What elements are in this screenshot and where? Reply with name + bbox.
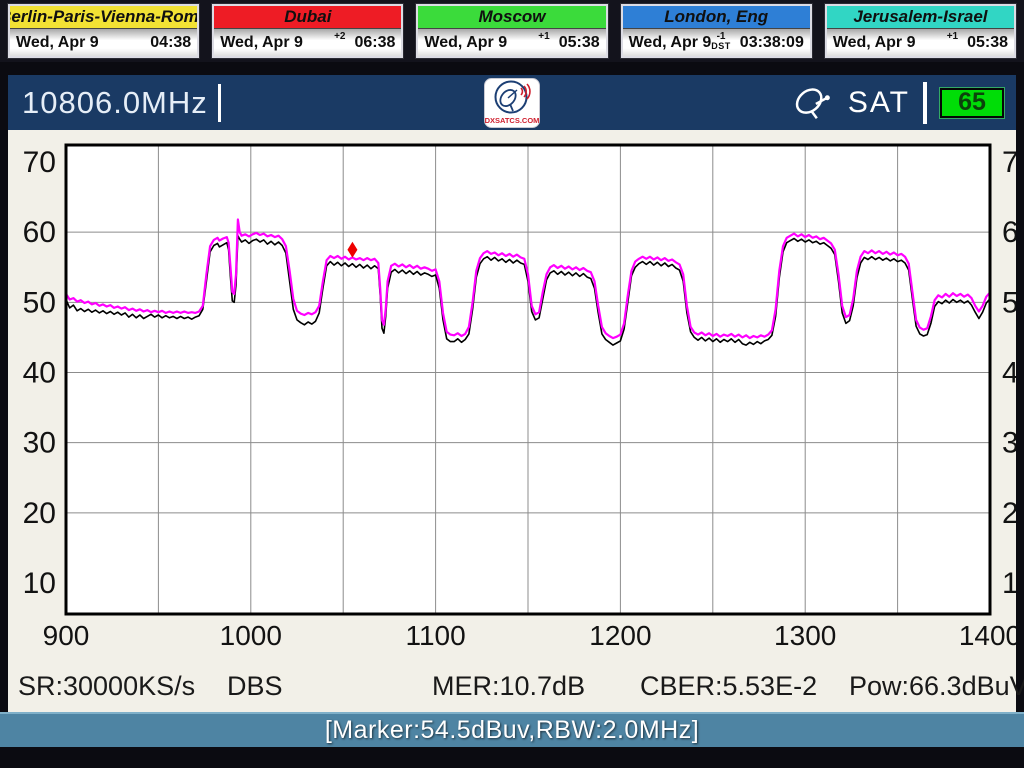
y-tick-label-right: 60 (1002, 216, 1016, 249)
clock-time: 04:38 (150, 34, 191, 52)
clock-jerusalem-israel: Jerusalem-Israel Wed, Apr 9 +1 05:38 (825, 4, 1016, 58)
clock-utc-offset: +1 (947, 32, 958, 42)
clock-body: Wed, Apr 9 +1 05:38 (418, 29, 605, 56)
clock-date: Wed, Apr 9 (833, 34, 916, 52)
spectrum-chart-area: 900 1000 1100 1200 1300 1400 70 70 60 60 50 50 40 40 3… (8, 130, 1016, 712)
y-tick-label-right: 30 (1002, 427, 1016, 460)
clock-moscow: Moscow Wed, Apr 9 +1 05:38 (416, 4, 607, 58)
dxsatcs-logo: DXSATCS.COM (484, 78, 540, 128)
clock-time: 03:38:09 (740, 34, 804, 52)
clock-time: 05:38 (559, 34, 600, 52)
frequency-header-bar: 10806.0MHz DXSATCS.COM (8, 75, 1016, 130)
clock-utc-offset: +2 (334, 32, 345, 42)
clock-date: Wed, Apr 9 (220, 34, 303, 52)
clock-time: 05:38 (967, 34, 1008, 52)
clock-utc-offset: +1 (538, 32, 549, 42)
clock-berlin-paris-vienna-roma: Berlin-Paris-Vienna-Roma Wed, Apr 9 04:3… (8, 4, 199, 58)
y-tick-label-left: 50 (23, 286, 56, 319)
separator-bar (923, 82, 927, 124)
world-clock-row: Berlin-Paris-Vienna-Roma Wed, Apr 9 04:3… (0, 0, 1024, 62)
sat-label: SAT (848, 86, 910, 120)
y-tick-label-left: 60 (23, 216, 56, 249)
y-tick-label-left: 30 (23, 427, 56, 460)
clock-city-label: London, Eng (623, 6, 810, 29)
y-tick-label-right: 70 (1002, 146, 1016, 179)
sat-number-field[interactable]: 65 (940, 88, 1004, 118)
marker-readout-text: [Marker:54.5dBuv,RBW:2.0MHz] (325, 716, 699, 745)
clock-body: Wed, Apr 9 +1 05:38 (827, 29, 1014, 56)
y-tick-label-right: 20 (1002, 497, 1016, 530)
clock-city-label: Moscow (418, 6, 605, 29)
status-mer: MER:10.7dB (432, 671, 585, 702)
x-tick-label: 900 (43, 620, 90, 651)
clock-city-label: Berlin-Paris-Vienna-Roma (10, 6, 197, 29)
status-power: Pow:66.3dBuV (849, 671, 1024, 702)
y-tick-label-left: 40 (23, 357, 56, 390)
y-tick-label-left: 20 (23, 497, 56, 530)
status-mode: DBS (227, 671, 283, 702)
text-cursor (218, 84, 221, 122)
y-tick-label-right: 50 (1002, 286, 1016, 319)
clock-date: Wed, Apr 9 (424, 34, 507, 52)
clock-time: 06:38 (354, 34, 395, 52)
x-tick-label: 1300 (774, 620, 836, 651)
y-tick-label-left: 10 (23, 567, 56, 600)
frequency-input[interactable]: 10806.0MHz (22, 85, 208, 121)
status-cber: CBER:5.53E-2 (640, 671, 817, 702)
clock-body: Wed, Apr 9 +2 06:38 (214, 29, 401, 56)
clock-body: Wed, Apr 9 04:38 (10, 29, 197, 56)
clock-city-label: Dubai (214, 6, 401, 29)
y-tick-label-right: 10 (1002, 567, 1016, 600)
status-symbol-rate: SR:30000KS/s (18, 671, 195, 702)
spectrum-plot[interactable]: 900 1000 1100 1200 1300 1400 70 70 60 60 50 50 40 40 3… (8, 130, 1016, 712)
y-tick-label-right: 40 (1002, 357, 1016, 390)
clock-date: Wed, Apr 9 (629, 34, 712, 52)
x-tick-label: 1100 (405, 620, 465, 651)
x-tick-label: 1400 (959, 620, 1016, 651)
clock-london: London, Eng Wed, Apr 9 -1 DST 03:38:09 (621, 4, 812, 58)
y-tick-label-left: 70 (23, 146, 56, 179)
x-tick-label: 1000 (220, 620, 282, 651)
marker-readout-bar: [Marker:54.5dBuv,RBW:2.0MHz] (0, 712, 1024, 747)
clock-city-label: Jerusalem-Israel (827, 6, 1014, 29)
clock-date: Wed, Apr 9 (16, 34, 99, 52)
clock-dubai: Dubai Wed, Apr 9 +2 06:38 (212, 4, 403, 58)
sat-selector-group: SAT 65 (791, 82, 1004, 124)
x-tick-label: 1200 (589, 620, 651, 651)
satellite-meter-screen: Berlin-Paris-Vienna-Roma Wed, Apr 9 04:3… (0, 0, 1024, 768)
satellite-dish-icon (791, 83, 835, 123)
clock-body: Wed, Apr 9 -1 DST 03:38:09 (623, 29, 810, 56)
clock-utc-offset: -1 DST (711, 32, 731, 51)
logo-text: DXSATCS.COM (485, 116, 540, 125)
